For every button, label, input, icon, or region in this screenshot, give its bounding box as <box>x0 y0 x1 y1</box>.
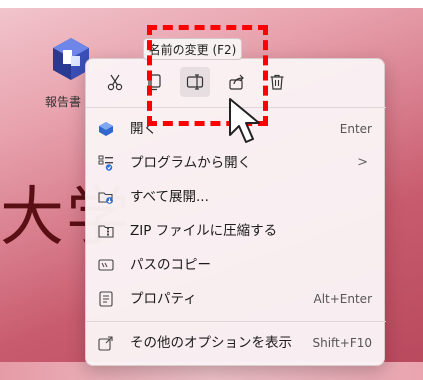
more-options-icon <box>98 335 114 351</box>
extract-folder-icon <box>98 189 114 205</box>
trash-icon <box>270 74 284 90</box>
properties-icon <box>98 291 114 307</box>
desktop-top-band <box>0 0 423 8</box>
mouse-cursor-icon <box>229 98 260 143</box>
menu-item-compress-zip-label: ZIP ファイルに圧縮する <box>130 223 278 239</box>
menu-item-extract-all[interactable]: すべて展開... <box>90 180 382 214</box>
submenu-chevron-icon: > <box>357 155 368 170</box>
menu-separator <box>86 321 386 322</box>
copy-path-icon <box>98 257 114 273</box>
menu-item-open-shortcut: Enter <box>339 122 372 136</box>
open-app-icon <box>98 121 114 137</box>
cut-button[interactable] <box>100 67 130 97</box>
open-with-icon <box>98 155 114 171</box>
menu-item-copy-path-label: パスのコピー <box>130 257 211 273</box>
menu-item-properties-label: プロパティ <box>130 291 197 307</box>
zip-icon <box>98 223 114 239</box>
menu-item-more-options-shortcut: Shift+F10 <box>312 336 372 350</box>
menu-item-properties[interactable]: プロパティ Alt+Enter <box>90 282 382 316</box>
menu-item-more-options-label: その他のオプションを表示 <box>130 335 292 351</box>
menu-item-extract-all-label: すべて展開... <box>130 189 209 205</box>
menu-item-open-with[interactable]: プログラムから開く > <box>90 146 382 180</box>
menu-item-compress-zip[interactable]: ZIP ファイルに圧縮する <box>90 214 382 248</box>
scissors-icon <box>107 74 123 91</box>
menu-item-properties-shortcut: Alt+Enter <box>313 292 372 306</box>
menu-item-copy-path[interactable]: パスのコピー <box>90 248 382 282</box>
menu-item-open-with-label: プログラムから開く <box>130 155 252 171</box>
menu-item-more-options[interactable]: その他のオプションを表示 Shift+F10 <box>90 326 382 360</box>
